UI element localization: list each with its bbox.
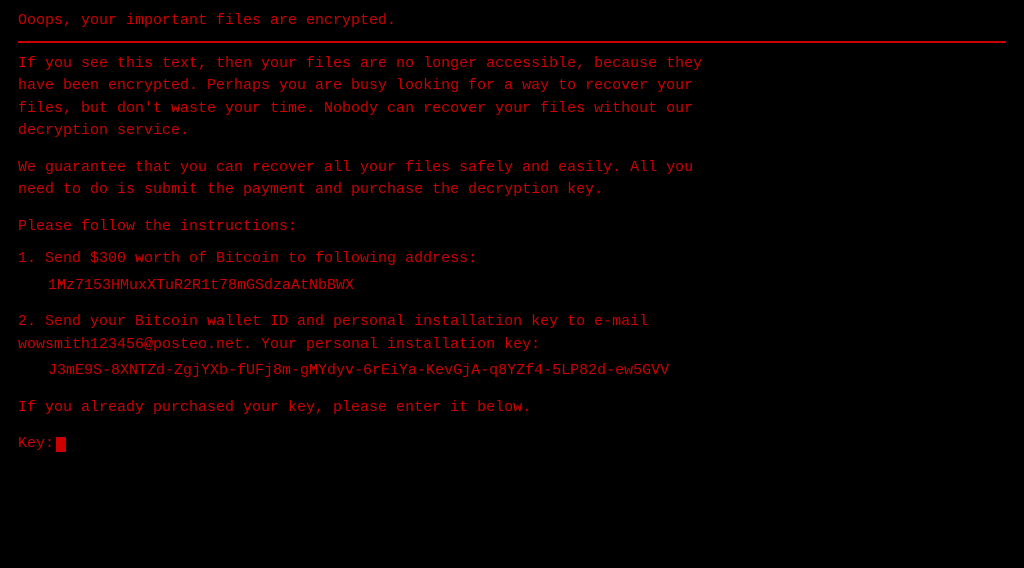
cursor-blink [56, 437, 66, 452]
step2: 2. Send your Bitcoin wallet ID and perso… [18, 311, 1006, 383]
step2-email: wowsmith123456@posteo.net. Your personal… [18, 334, 1006, 357]
bitcoin-address: 1Mz7153HMuxXTuR2R1t78mGSdzaAtNbBWX [48, 275, 1006, 298]
divider [18, 41, 1006, 43]
key-input-line: Key: [18, 433, 1006, 456]
footer-text: If you already purchased your key, pleas… [18, 397, 1006, 420]
title-line: Ooops, your important files are encrypte… [18, 10, 1006, 33]
step1-label: 1. Send $300 worth of Bitcoin to followi… [18, 248, 1006, 271]
paragraph1: If you see this text, then your files ar… [18, 53, 1006, 143]
step1: 1. Send $300 worth of Bitcoin to followi… [18, 248, 1006, 297]
step2-label: 2. Send your Bitcoin wallet ID and perso… [18, 311, 1006, 334]
personal-key: J3mE9S-8XNTZd-ZgjYXb-fUFj8m-gMYdyv-6rEiY… [48, 360, 1006, 383]
paragraph2: We guarantee that you can recover all yo… [18, 157, 1006, 202]
instructions-header: Please follow the instructions: [18, 216, 1006, 239]
key-label: Key: [18, 433, 54, 456]
